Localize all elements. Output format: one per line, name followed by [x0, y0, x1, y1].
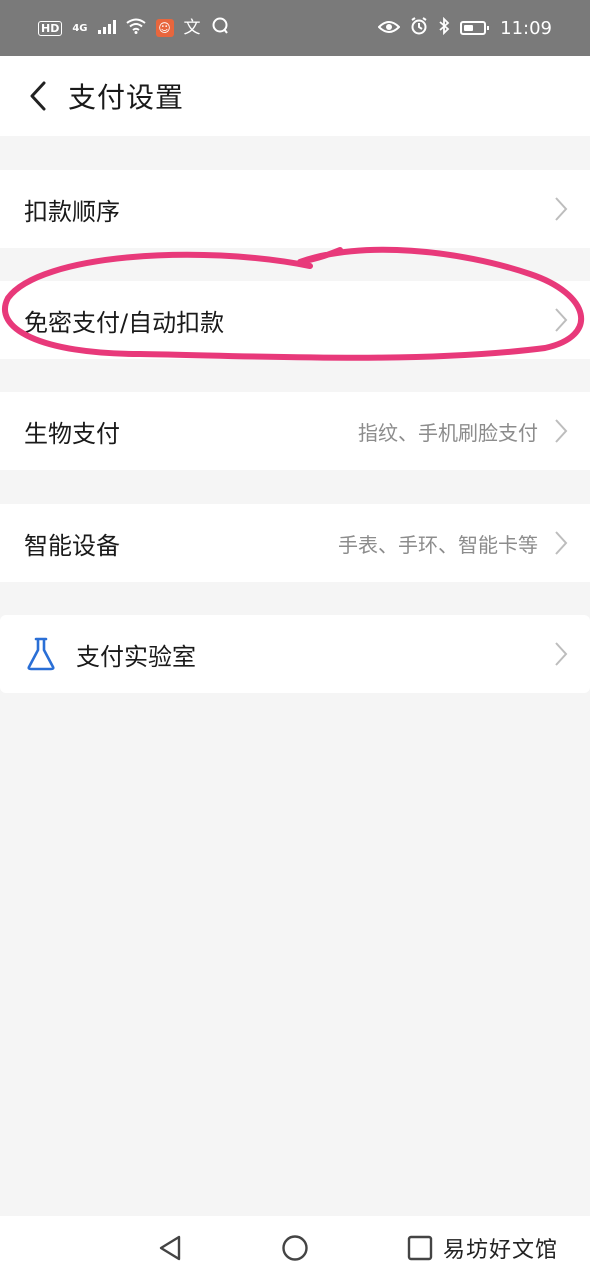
app-notification-icon: ☺ — [155, 19, 174, 37]
chevron-right-icon — [552, 417, 570, 445]
nav-recents-button[interactable] — [400, 1228, 440, 1268]
chevron-right-icon — [552, 306, 570, 334]
signal-icon — [97, 19, 116, 38]
row-label: 支付实验室 — [76, 642, 196, 671]
page-title: 支付设置 — [68, 81, 185, 114]
hd-indicator: HD — [38, 20, 63, 36]
row-label: 扣款顺序 — [24, 197, 120, 226]
back-triangle-icon — [159, 1235, 181, 1261]
row-smart-devices[interactable]: 智能设备 手表、手环、智能卡等 — [0, 504, 590, 582]
chevron-right-icon — [552, 529, 570, 557]
battery-icon — [460, 21, 490, 35]
bluetooth-icon — [438, 16, 450, 39]
nav-home-button[interactable] — [275, 1228, 315, 1268]
chevron-left-icon — [30, 81, 46, 111]
row-subtitle: 手表、手环、智能卡等 — [338, 532, 538, 557]
translate-icon: 文 — [183, 17, 201, 38]
row-label: 智能设备 — [24, 531, 120, 560]
chevron-right-icon — [552, 640, 570, 668]
chevron-right-icon — [552, 195, 570, 223]
wifi-icon — [125, 18, 146, 38]
row-password-free-payment[interactable]: 免密支付/自动扣款 — [0, 281, 590, 359]
row-biometric-payment[interactable]: 生物支付 指纹、手机刷脸支付 — [0, 392, 590, 470]
status-bar-right: 11:09 — [377, 16, 552, 39]
row-payment-lab[interactable]: 支付实验室 — [0, 615, 590, 693]
back-button[interactable] — [8, 56, 68, 136]
status-bar: HD 4G ☺ 文 11:09 — [0, 0, 590, 56]
recents-square-icon — [407, 1235, 433, 1261]
eye-icon — [377, 19, 401, 38]
flask-icon — [24, 637, 58, 671]
watermark: 易坊好文馆 — [443, 1238, 559, 1263]
clock: 11:09 — [500, 17, 552, 39]
alarm-icon — [410, 17, 428, 39]
nav-back-button[interactable] — [150, 1228, 190, 1268]
row-deduction-order[interactable]: 扣款顺序 — [0, 170, 590, 248]
network-type: 4G — [72, 22, 88, 34]
page-header: 支付设置 — [0, 56, 590, 136]
row-label: 免密支付/自动扣款 — [24, 308, 225, 337]
home-circle-icon — [282, 1235, 308, 1261]
row-label: 生物支付 — [24, 419, 120, 448]
chat-icon — [211, 17, 229, 39]
status-bar-left: HD 4G ☺ 文 — [38, 17, 229, 39]
row-subtitle: 指纹、手机刷脸支付 — [358, 420, 538, 445]
